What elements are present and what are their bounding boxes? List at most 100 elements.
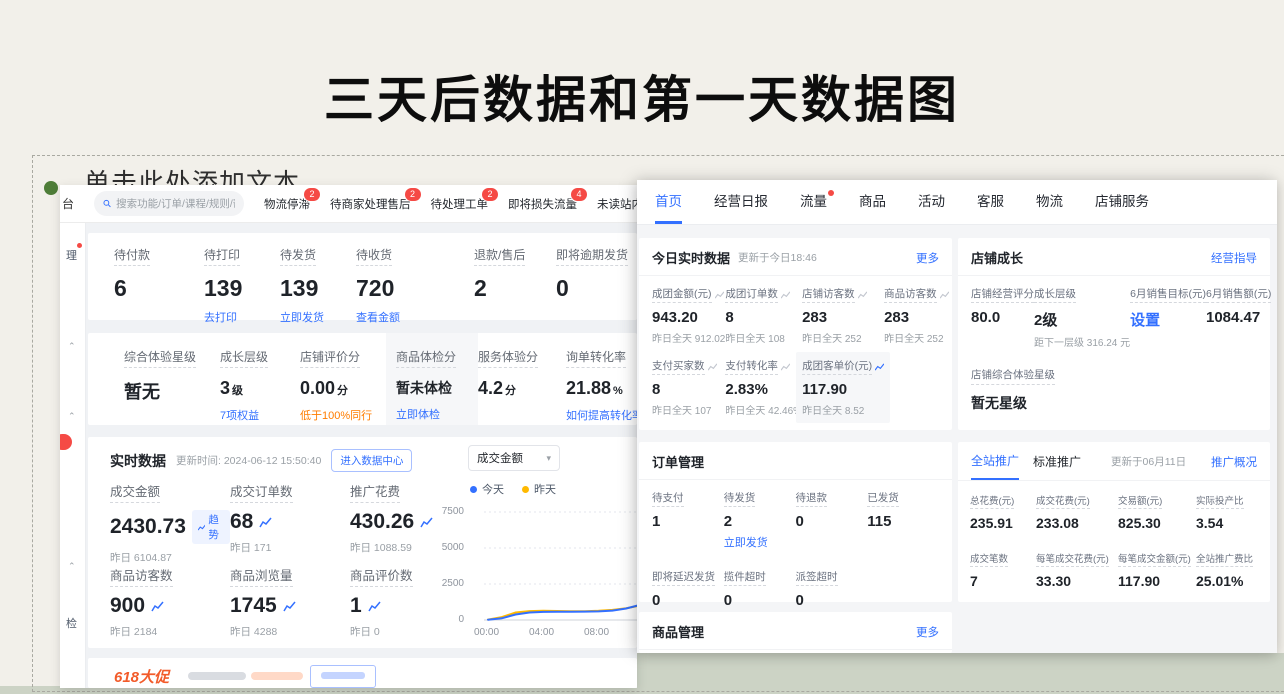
chevron-up-icon[interactable]: ⌃	[68, 341, 76, 352]
go-print-link[interactable]: 去打印	[204, 309, 237, 325]
trend-line-icon	[198, 523, 205, 532]
trend-line-icon	[708, 363, 717, 371]
nav-item-workorder-pending[interactable]: 待处理工单 2	[431, 196, 489, 212]
bullet-dot	[44, 181, 58, 195]
todo-value: 139	[204, 275, 280, 302]
todo-value: 6	[114, 275, 204, 302]
stat-avg-order-value: 成团客单价(元) 117.90 昨日全天 8.52	[796, 352, 890, 423]
business-guide-link[interactable]: 经营指导	[1211, 250, 1257, 266]
tab-home[interactable]: 首页	[655, 180, 682, 224]
stat-group-orders: 成团订单数 8 昨日全天 108	[725, 286, 802, 345]
nav-item-logistics-stalled[interactable]: 物流停滞 2	[264, 196, 310, 212]
y-axis-tick: 0	[428, 614, 464, 625]
sidebar-partial-item[interactable]: 理	[66, 247, 77, 263]
today-line	[488, 605, 637, 620]
trend-line-icon[interactable]	[283, 601, 296, 612]
stat-shop-score: 店铺经营评分 80.0	[971, 286, 1034, 349]
trend-line-icon	[715, 291, 724, 299]
tab-traffic[interactable]: 流量	[800, 180, 827, 224]
tab-daily-report[interactable]: 经营日报	[714, 180, 768, 224]
trend-line-icon[interactable]	[420, 517, 433, 528]
chevron-up-icon[interactable]: ⌃	[68, 561, 76, 572]
exp-stat-service-score: 服务体验分 4.2分	[478, 348, 566, 425]
y-axis-tick: 2500	[428, 578, 464, 589]
todo-stat-refund: 退款/售后 2	[474, 246, 556, 320]
view-amount-link[interactable]: 查看金额	[356, 309, 400, 325]
shop-experience-card: 综合体验星级 暂无 成长层级 3级 7项权益 店铺评价分 0.00分 低于100…	[88, 333, 637, 425]
exp-stat-shop-rating: 店铺评价分 0.00分 低于100%同行	[300, 348, 396, 425]
goods-management-card: 商品管理 更多 出售中 已售罄 已下架	[639, 612, 952, 653]
clipped-text-skeleton	[188, 672, 246, 680]
trend-badge[interactable]: 趋势	[192, 510, 230, 544]
stat-growth-level: 成长层级 2级 距下一层级 316.24 元	[1034, 286, 1130, 349]
tab-customer-service[interactable]: 客服	[977, 180, 1004, 224]
x-axis-tick: 00:00	[474, 627, 499, 638]
sidebar-count-badge	[60, 433, 73, 451]
stat-total-spend: 总花费(元) 235.91	[970, 493, 1036, 531]
notification-badge: 4	[570, 187, 588, 202]
updated-time: 更新于今日18:46	[738, 250, 817, 265]
card-title: 今日实时数据	[652, 248, 730, 267]
promotion-card: 全站推广 标准推广 更新于06月11日 推广概况 总花费(元) 235.91 成…	[958, 442, 1270, 602]
notification-badge: 2	[404, 187, 422, 202]
promotion-overview-link[interactable]: 推广概况	[1211, 454, 1257, 479]
improve-conversion-link[interactable]: 如何提高转化率	[566, 407, 637, 423]
exp-stat-growth-level: 成长层级 3级 7项权益	[220, 348, 300, 425]
ship-now-link[interactable]: 立即发货	[724, 534, 768, 550]
left-dashboard: 台 搜索功能/订单/课程/规则/帮助/服务 物流停滞 2 待商家处理售后 2 待…	[60, 185, 637, 688]
todo-stat-to-receive: 待收货 720 查看金额	[356, 246, 474, 320]
more-link[interactable]: 更多	[916, 624, 939, 640]
check-now-link[interactable]: 立即体检	[396, 406, 440, 422]
tab-products[interactable]: 商品	[859, 180, 886, 224]
stat-month-sales: 6月销售额(元) 1084.47	[1206, 286, 1271, 349]
tab-standard-promotion[interactable]: 标准推广	[1033, 453, 1081, 479]
todo-value: 0	[556, 275, 637, 302]
stat-delivery-timeout: 派签超时 0	[796, 569, 868, 609]
sales-trend-chart	[480, 503, 637, 629]
stat-roi: 实际投产比 3.54	[1196, 493, 1266, 531]
trend-line-icon[interactable]	[151, 601, 164, 612]
star-rating-block: 店铺综合体验星级 暂无星级	[958, 359, 1270, 419]
tab-logistics[interactable]: 物流	[1036, 180, 1063, 224]
realtime-updated-time: 更新时间: 2024-06-12 15:50:40	[176, 453, 321, 468]
nav-item-traffic-loss[interactable]: 即将损失流量 4	[508, 196, 577, 212]
legend-dot-yesterday	[522, 486, 529, 493]
tab-shop-services[interactable]: 店铺服务	[1095, 180, 1149, 224]
chevron-up-icon[interactable]: ⌃	[68, 411, 76, 422]
set-target-link[interactable]: 设置	[1130, 309, 1206, 330]
data-center-button[interactable]: 进入数据中心	[331, 449, 412, 472]
sidebar-partial-item[interactable]: 检	[66, 615, 77, 631]
rights-link[interactable]: 7项权益	[220, 407, 259, 423]
stat-delayed-shipment: 即将延迟发货 0	[652, 569, 724, 609]
nav-item-aftersale-pending[interactable]: 待商家处理售后 2	[330, 196, 411, 212]
search-input[interactable]: 搜索功能/订单/课程/规则/帮助/服务	[94, 191, 244, 216]
y-axis-tick: 5000	[428, 542, 464, 553]
stat-pickup-timeout: 揽件超时 0	[724, 569, 796, 609]
trend-line-icon[interactable]	[259, 517, 272, 528]
trend-line-icon	[781, 363, 790, 371]
trend-line-icon	[940, 291, 949, 299]
realtime-stats-grid: 成交金额 2430.73 趋势 昨日 6104.87 成交订单数 68 昨日 1…	[110, 481, 470, 648]
nav-item-unread-messages[interactable]: 未读站内信 68	[597, 196, 637, 212]
stat-product-visitors: 商品访客数 283 昨日全天 252	[884, 286, 949, 345]
stat-sales-target: 6月销售目标(元) 设置	[1130, 286, 1206, 349]
y-axis-tick: 7500	[428, 506, 464, 517]
promo-618-card: 618大促	[88, 658, 637, 688]
stat-product-visitors: 商品访客数 900 昨日 2184	[110, 565, 230, 648]
todo-value: 2	[474, 275, 556, 302]
chart-metric-select[interactable]: 成交金额 ▾	[468, 445, 560, 471]
trend-line-icon[interactable]	[368, 601, 381, 612]
more-link[interactable]: 更多	[916, 250, 939, 266]
stat-spend-per-deal: 每笔成交花费(元) 33.30	[1036, 551, 1118, 589]
tab-sitewide-promotion[interactable]: 全站推广	[971, 452, 1019, 480]
below-peers-warning: 低于100%同行	[300, 407, 372, 423]
promo-action-button[interactable]	[310, 665, 376, 688]
stat-gmv: 成交金额 2430.73 趋势 昨日 6104.87	[110, 481, 230, 565]
tab-activities[interactable]: 活动	[918, 180, 945, 224]
notification-badge: 2	[481, 187, 499, 202]
todo-stat-pending-payment: 待付款 6	[114, 246, 204, 320]
stat-deal-spend: 成交花费(元) 233.08	[1036, 493, 1118, 531]
ship-now-link[interactable]: 立即发货	[280, 309, 324, 325]
left-sidebar-sliver: 理 ⌃ ⌃ ⌃ 检	[60, 223, 86, 688]
right-top-navbar: 首页 经营日报 流量 商品 活动 客服 物流 店铺服务	[637, 180, 1277, 225]
